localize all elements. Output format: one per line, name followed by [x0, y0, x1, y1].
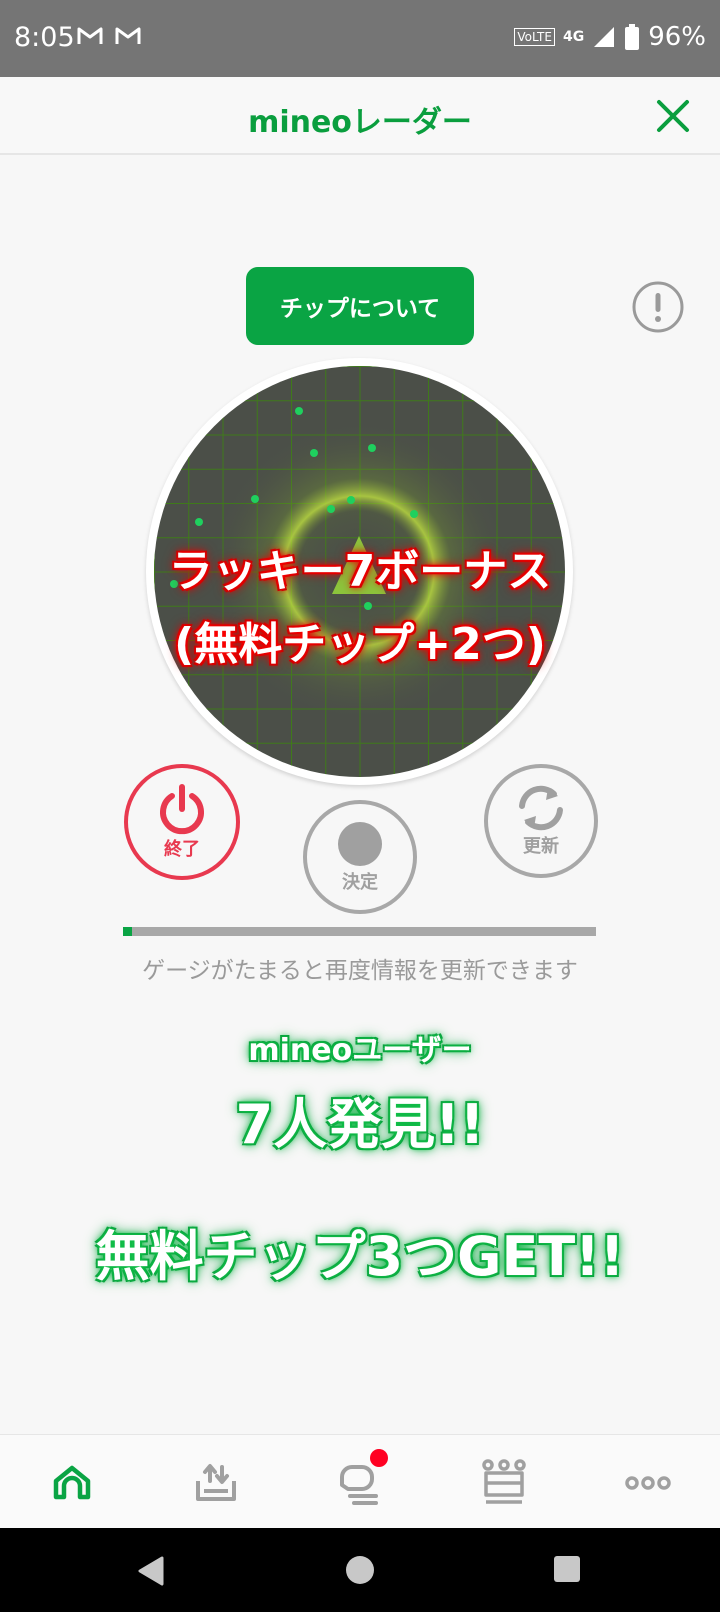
- power-icon: [160, 784, 204, 835]
- bottom-nav: [0, 1434, 720, 1529]
- end-label: 終了: [164, 839, 200, 860]
- users-found-count: 7人発見!!: [235, 1093, 485, 1156]
- signal-icon: [594, 27, 615, 47]
- battery-icon: [625, 24, 640, 50]
- status-time: 8:05: [14, 22, 75, 53]
- status-bar: 8:05 VoLTE 4G 96%: [0, 0, 720, 77]
- decide-button[interactable]: 決定: [303, 800, 417, 914]
- about-chips-button[interactable]: チップについて: [246, 267, 474, 345]
- gmail-icon: [115, 27, 141, 44]
- system-nav-bar: [0, 1528, 720, 1612]
- free-chips-get: 無料チップ3つGET!!: [95, 1225, 625, 1288]
- battery-level: 96%: [648, 22, 706, 52]
- refresh-button[interactable]: 更新: [484, 764, 598, 878]
- home-nav-icon[interactable]: [345, 1555, 375, 1585]
- back-icon[interactable]: [136, 1555, 166, 1587]
- crown-icon[interactable]: [476, 1455, 532, 1511]
- refresh-icon: [519, 785, 563, 831]
- close-icon[interactable]: [656, 99, 690, 133]
- info-icon[interactable]: [632, 281, 684, 333]
- recents-icon[interactable]: [553, 1555, 581, 1583]
- upload-icon[interactable]: [188, 1455, 244, 1511]
- bonus-title: ラッキー7ボーナス: [168, 546, 552, 597]
- users-label: mineoユーザー: [248, 1033, 472, 1068]
- end-button[interactable]: 終了: [124, 764, 240, 880]
- home-icon[interactable]: [44, 1455, 100, 1511]
- record-icon: [338, 822, 382, 866]
- gmail-icon: [77, 27, 103, 44]
- refresh-label: 更新: [523, 836, 559, 857]
- decide-label: 決定: [342, 872, 378, 893]
- network-type: 4G: [562, 29, 585, 45]
- notification-dot: [370, 1449, 388, 1467]
- bonus-subtitle: (無料チップ+2つ): [174, 619, 546, 670]
- app-header: mineoレーダー: [0, 77, 720, 155]
- refresh-gauge: [123, 927, 596, 936]
- volte-badge: VoLTE: [514, 28, 555, 46]
- page-title: mineoレーダー: [248, 105, 472, 140]
- gauge-caption: ゲージがたまると再度情報を更新できます: [142, 958, 578, 984]
- gauge-fill: [123, 927, 133, 936]
- more-icon[interactable]: [620, 1455, 676, 1511]
